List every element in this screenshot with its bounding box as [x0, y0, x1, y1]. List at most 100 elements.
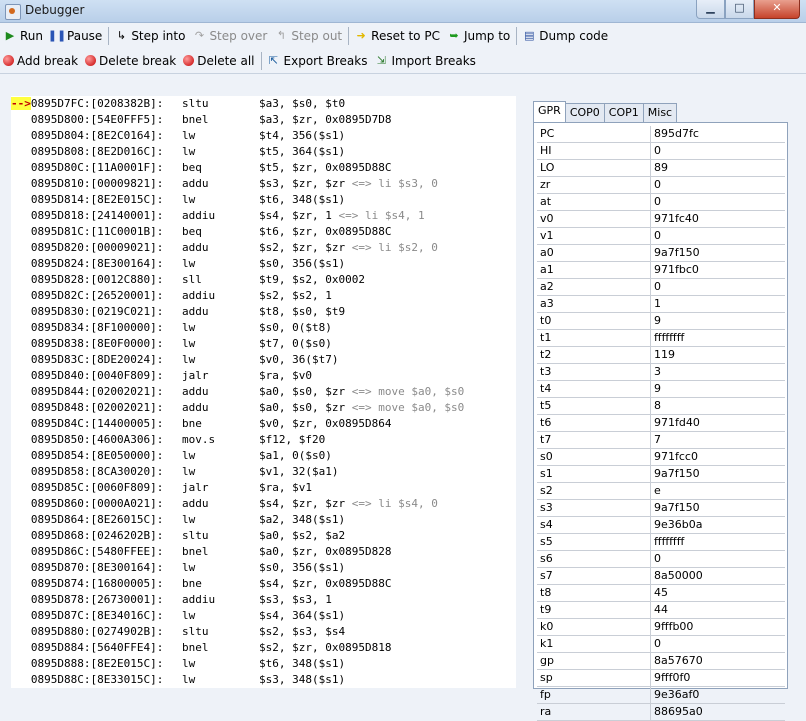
disasm-line[interactable]: 0895D804:[8E2C0164]: lw $t4, 356($s1) — [11, 128, 345, 144]
register-row[interactable]: t0 9 — [537, 313, 785, 330]
register-value[interactable]: 1 — [651, 296, 785, 312]
register-row[interactable]: v1 0 — [537, 228, 785, 245]
register-row[interactable]: a2 0 — [537, 279, 785, 296]
tab-gpr[interactable]: GPR — [533, 101, 566, 122]
register-value[interactable]: 0 — [651, 279, 785, 295]
register-value[interactable]: 119 — [651, 347, 785, 363]
disasm-line[interactable]: 0895D808:[8E2D016C]: lw $t5, 364($s1) — [11, 144, 345, 160]
register-row[interactable]: s4 9e36b0a — [537, 517, 785, 534]
register-row[interactable]: a0 9a7f150 — [537, 245, 785, 262]
reset-to-pc-button[interactable]: ➜ Reset to PC — [351, 25, 444, 46]
disasm-line[interactable]: 0895D858:[8CA30020]: lw $v1, 32($a1) — [11, 464, 339, 480]
disasm-line[interactable]: 0895D868:[0246202B]: sltu $a0, $s2, $a2 — [11, 528, 345, 544]
register-row[interactable]: gp 8a57670 — [537, 653, 785, 670]
disasm-line[interactable]: 0895D85C:[0060F809]: jalr $ra, $v1 — [11, 480, 312, 496]
disasm-line[interactable]: 0895D870:[8E300164]: lw $s0, 356($s1) — [11, 560, 345, 576]
register-value[interactable]: 971fc40 — [651, 211, 785, 227]
register-row[interactable]: sp 9fff0f0 — [537, 670, 785, 687]
disasm-line[interactable]: 0895D830:[0219C021]: addu $t8, $s0, $t9 — [11, 304, 345, 320]
delete-break-button[interactable]: Delete break — [82, 50, 180, 71]
register-value[interactable]: 3 — [651, 364, 785, 380]
register-row[interactable]: at 0 — [537, 194, 785, 211]
minimize-button[interactable]: ▁ — [696, 0, 725, 19]
register-row[interactable]: k1 0 — [537, 636, 785, 653]
disasm-line[interactable]: 0895D824:[8E300164]: lw $s0, 356($s1) — [11, 256, 345, 272]
register-value[interactable]: 0 — [651, 177, 785, 193]
disasm-line[interactable]: 0895D820:[00009021]: addu $s2, $zr, $zr <=… — [11, 240, 438, 256]
add-break-button[interactable]: Add break — [0, 50, 82, 71]
register-row[interactable]: a3 1 — [537, 296, 785, 313]
disasm-line[interactable]: 0895D88C:[8E33015C]: lw $s3, 348($s1) — [11, 672, 345, 688]
register-value[interactable]: 0 — [651, 194, 785, 210]
disasm-line[interactable]: 0895D810:[00009821]: addu $s3, $zr, $zr <=… — [11, 176, 438, 192]
disasm-line[interactable]: 0895D844:[02002021]: addu $a0, $s0, $zr <=… — [11, 384, 464, 400]
register-row[interactable]: ra 88695a0 — [537, 704, 785, 721]
run-button[interactable]: ▶ Run — [0, 25, 47, 46]
register-value[interactable]: 971fbc0 — [651, 262, 785, 278]
register-value[interactable]: 9fffb00 — [651, 619, 785, 635]
disasm-line[interactable]: 0895D87C:[8E34016C]: lw $s4, 364($s1) — [11, 608, 345, 624]
disasm-line[interactable]: 0895D818:[24140001]: addiu $s4, $zr, 1 <=>… — [11, 208, 425, 224]
disasm-line[interactable]: 0895D800:[54E0FFF5]: bnel $a3, $zr, 0x0895… — [11, 112, 392, 128]
register-row[interactable]: a1 971fbc0 — [537, 262, 785, 279]
register-row[interactable]: t5 8 — [537, 398, 785, 415]
disasm-line[interactable]: 0895D888:[8E2E015C]: lw $t6, 348($s1) — [11, 656, 345, 672]
register-row[interactable]: zr 0 — [537, 177, 785, 194]
register-value[interactable]: 9e36af0 — [651, 687, 785, 703]
register-value[interactable]: ffffffff — [651, 330, 785, 346]
disasm-line[interactable]: 0895D828:[0012C880]: sll $t9, $s2, 0x0002 — [11, 272, 365, 288]
register-row[interactable]: k0 9fffb00 — [537, 619, 785, 636]
register-value[interactable]: e — [651, 483, 785, 499]
tab-cop0[interactable]: COP0 — [564, 103, 605, 122]
disasm-line[interactable]: 0895D874:[16800005]: bne $s4, $zr, 0x0895D… — [11, 576, 392, 592]
disasm-line[interactable]: 0895D884:[5640FFE4]: bnel $s2, $zr, 0x0895… — [11, 640, 392, 656]
register-value[interactable]: 0 — [651, 636, 785, 652]
export-breaks-button[interactable]: ⇱ Export Breaks — [264, 50, 372, 71]
register-row[interactable]: t2 119 — [537, 347, 785, 364]
disasm-line[interactable]: 0895D84C:[14400005]: bne $v0, $zr, 0x0895D… — [11, 416, 392, 432]
register-value[interactable]: 89 — [651, 160, 785, 176]
register-row[interactable]: t4 9 — [537, 381, 785, 398]
register-row[interactable]: v0 971fc40 — [537, 211, 785, 228]
disasm-line[interactable]: 0895D880:[0274902B]: sltu $s2, $s3, $s4 — [11, 624, 345, 640]
register-row[interactable]: s1 9a7f150 — [537, 466, 785, 483]
register-row[interactable]: s6 0 — [537, 551, 785, 568]
register-value[interactable]: 44 — [651, 602, 785, 618]
disasm-line[interactable]: 0895D850:[4600A306]: mov.s $f12, $f20 — [11, 432, 325, 448]
disasm-line[interactable]: 0895D834:[8F100000]: lw $s0, 0($t8) — [11, 320, 332, 336]
disasm-line[interactable]: 0895D814:[8E2E015C]: lw $t6, 348($s1) — [11, 192, 345, 208]
register-value[interactable]: 9e36b0a — [651, 517, 785, 533]
register-value[interactable]: 0 — [651, 143, 785, 159]
disasm-line[interactable]: 0895D83C:[8DE20024]: lw $v0, 36($t7) — [11, 352, 339, 368]
register-row[interactable]: LO 89 — [537, 160, 785, 177]
disasm-line[interactable]: 0895D854:[8E050000]: lw $a1, 0($s0) — [11, 448, 332, 464]
disasm-line[interactable]: 0895D80C:[11A0001F]: beq $t5, $zr, 0x0895D… — [11, 160, 392, 176]
register-row[interactable]: s2 e — [537, 483, 785, 500]
register-row[interactable]: s3 9a7f150 — [537, 500, 785, 517]
disasm-line[interactable]: 0895D840:[0040F809]: jalr $ra, $v0 — [11, 368, 312, 384]
register-value[interactable]: 0 — [651, 228, 785, 244]
register-row[interactable]: t3 3 — [537, 364, 785, 381]
register-row[interactable]: s5 ffffffff — [537, 534, 785, 551]
step-into-button[interactable]: ↳ Step into — [111, 25, 189, 46]
register-row[interactable]: PC 895d7fc — [537, 126, 785, 143]
disasm-line[interactable]: 0895D864:[8E26015C]: lw $a2, 348($s1) — [11, 512, 345, 528]
tab-misc[interactable]: Misc — [642, 103, 678, 122]
register-value[interactable]: 9a7f150 — [651, 466, 785, 482]
step-over-button[interactable]: ↷ Step over — [189, 25, 271, 46]
register-value[interactable]: 7 — [651, 432, 785, 448]
disasm-line[interactable]: 0895D878:[26730001]: addiu $s3, $s3, 1 — [11, 592, 332, 608]
register-value[interactable]: 45 — [651, 585, 785, 601]
disasm-line[interactable]: 0895D838:[8E0F0000]: lw $t7, 0($s0) — [11, 336, 332, 352]
register-value[interactable]: 8 — [651, 398, 785, 414]
register-value[interactable]: 895d7fc — [651, 126, 785, 142]
register-row[interactable]: t8 45 — [537, 585, 785, 602]
register-row[interactable]: HI 0 — [537, 143, 785, 160]
register-value[interactable]: 88695a0 — [651, 704, 785, 720]
close-button[interactable]: ✕ — [754, 0, 800, 19]
register-row[interactable]: t7 7 — [537, 432, 785, 449]
register-value[interactable]: 9a7f150 — [651, 500, 785, 516]
import-breaks-button[interactable]: ⇲ Import Breaks — [371, 50, 479, 71]
register-row[interactable]: s7 8a50000 — [537, 568, 785, 585]
maximize-button[interactable]: □ — [725, 0, 754, 19]
